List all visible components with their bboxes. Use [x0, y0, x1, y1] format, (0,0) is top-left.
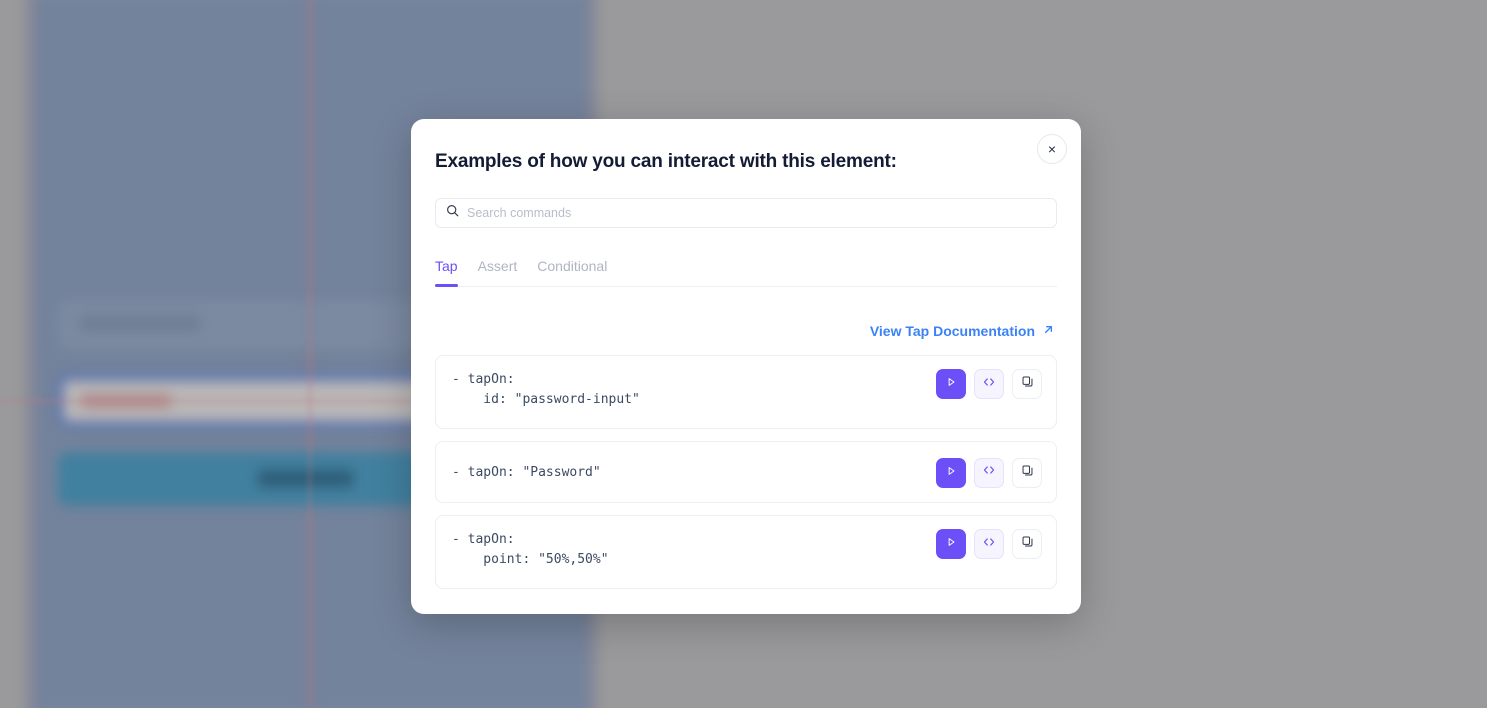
command-card-actions — [936, 368, 1042, 399]
view-code-button[interactable] — [974, 457, 1004, 488]
copy-icon — [1021, 535, 1034, 553]
command-card-actions — [936, 528, 1042, 559]
search-icon — [446, 204, 459, 222]
modal-title: Examples of how you can interact with th… — [435, 151, 897, 172]
interaction-examples-modal: Examples of how you can interact with th… — [411, 119, 1081, 614]
code-brackets-icon — [982, 535, 996, 554]
copy-command-button[interactable] — [1012, 457, 1042, 488]
command-card: - tapOn: "Password" — [435, 441, 1057, 503]
copy-icon — [1021, 464, 1034, 482]
run-command-button[interactable] — [936, 529, 966, 559]
panel-edge-left — [29, 0, 32, 708]
play-icon — [945, 375, 957, 393]
tab-tap[interactable]: Tap — [435, 258, 458, 287]
copy-icon — [1021, 375, 1034, 393]
command-card-actions — [936, 457, 1042, 488]
close-icon: × — [1047, 141, 1057, 157]
run-command-button[interactable] — [936, 369, 966, 399]
code-brackets-icon — [982, 375, 996, 394]
command-card: - tapOn: id: "password-input" — [435, 355, 1057, 429]
command-category-tabs: Tap Assert Conditional — [435, 258, 1057, 287]
tab-assert[interactable]: Assert — [478, 258, 518, 286]
doc-link-label: View Tap Documentation — [869, 323, 1035, 339]
search-commands-container[interactable] — [435, 198, 1057, 228]
close-modal-button[interactable]: × — [1037, 134, 1067, 164]
background-connexion-label — [258, 470, 353, 487]
command-examples-list: - tapOn: id: "password-input" - tapOn: "… — [435, 355, 1057, 589]
search-commands-input[interactable] — [467, 206, 1046, 220]
command-code-text: - tapOn: id: "password-input" — [452, 372, 640, 407]
view-code-button[interactable] — [974, 369, 1004, 399]
run-command-button[interactable] — [936, 457, 966, 488]
view-tap-documentation-link[interactable]: View Tap Documentation — [870, 323, 1055, 339]
tab-conditional[interactable]: Conditional — [537, 258, 607, 286]
play-icon — [945, 464, 957, 482]
documentation-link-row: View Tap Documentation — [435, 323, 1057, 339]
command-code-text: - tapOn: point: "50%,50%" — [452, 532, 609, 567]
background-username-placeholder — [80, 316, 200, 331]
copy-command-button[interactable] — [1012, 369, 1042, 399]
copy-command-button[interactable] — [1012, 529, 1042, 559]
crosshair-vertical-guide — [309, 0, 311, 708]
external-link-arrow-icon — [1042, 323, 1055, 339]
view-code-button[interactable] — [974, 529, 1004, 559]
command-code-text: - tapOn: "Password" — [452, 465, 601, 480]
code-brackets-icon — [982, 463, 996, 482]
command-card: - tapOn: point: "50%,50%" — [435, 515, 1057, 589]
play-icon — [945, 535, 957, 553]
